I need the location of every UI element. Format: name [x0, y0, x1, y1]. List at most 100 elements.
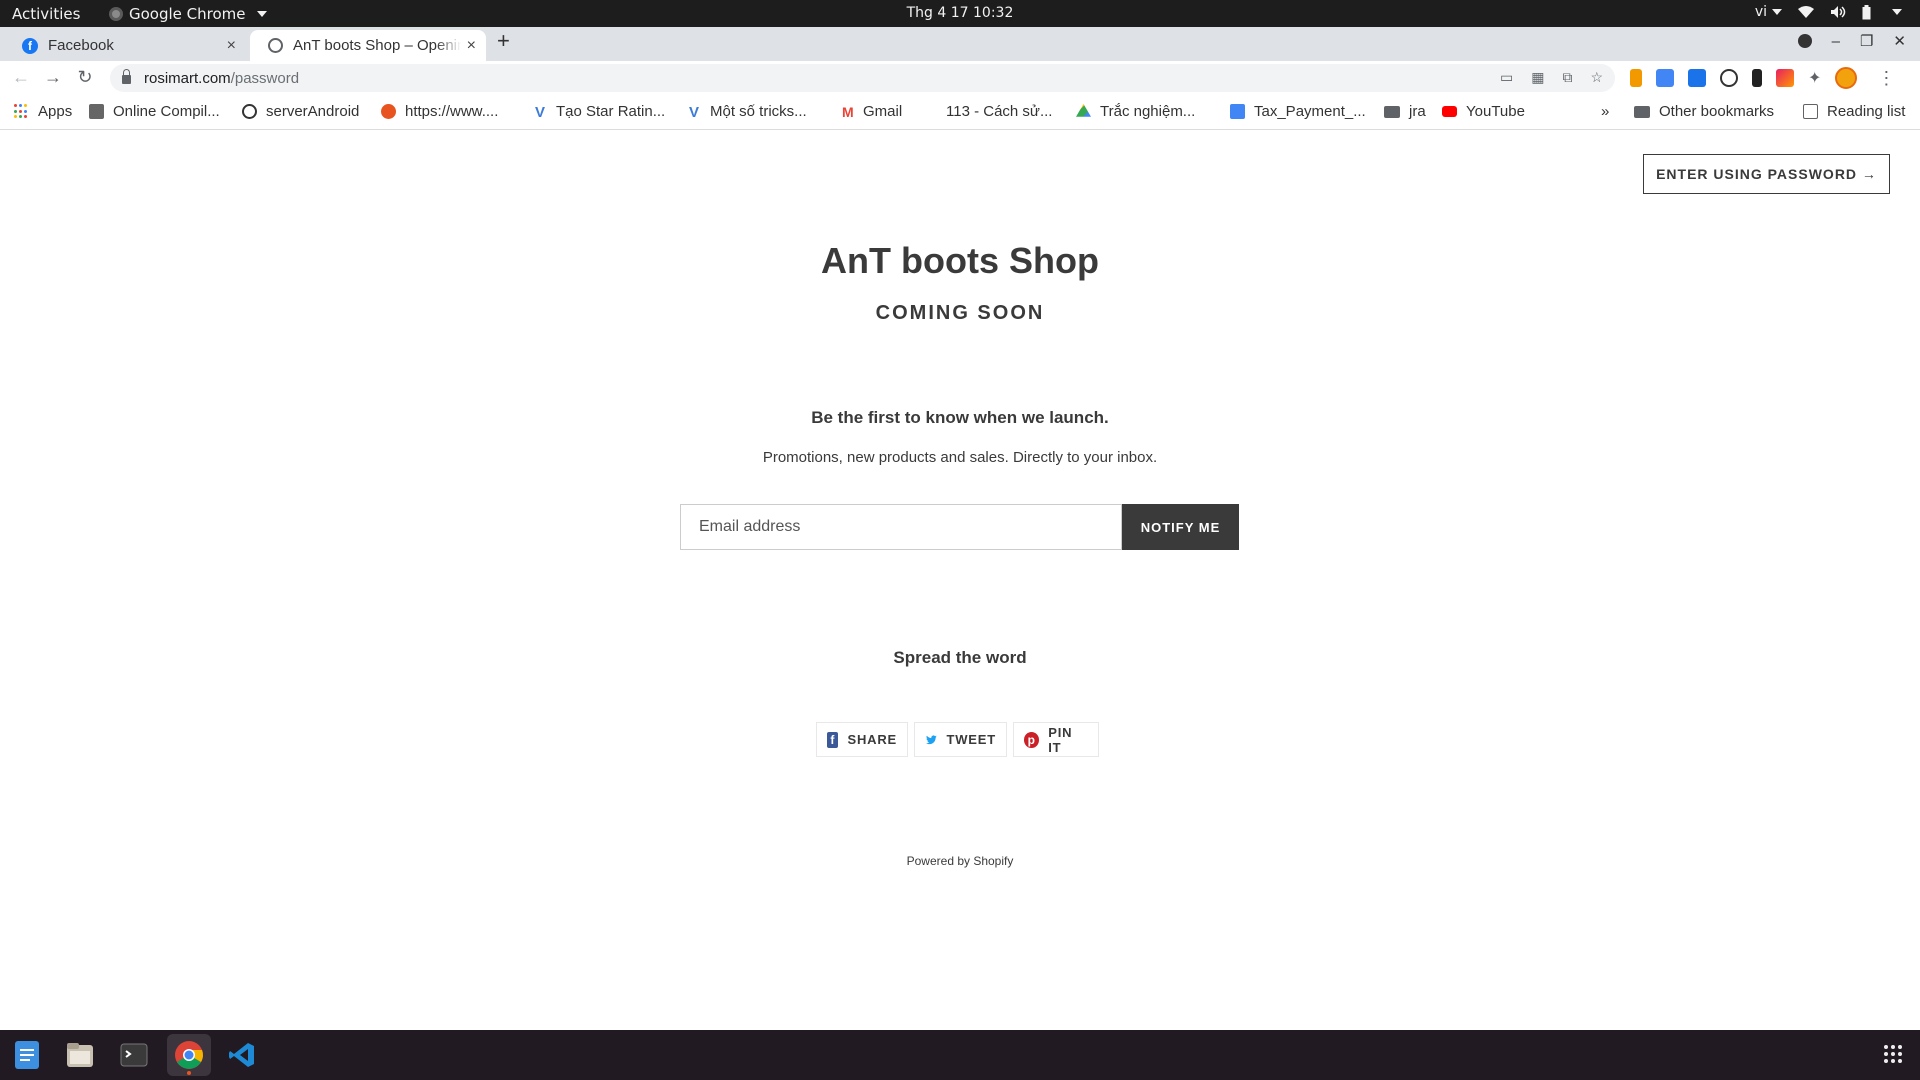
extension-clock-icon[interactable]: [1720, 69, 1738, 87]
chrome-launcher[interactable]: [167, 1034, 211, 1076]
bookmark-https-www[interactable]: https://www....: [381, 103, 498, 120]
notify-me-button[interactable]: NOTIFY ME: [1122, 504, 1239, 550]
os-top-bar: Activities Google Chrome Thg 4 17 10:32 …: [0, 0, 1920, 27]
bookmark-label: serverAndroid: [266, 103, 360, 120]
bookmark-label: YouTube: [1466, 103, 1525, 120]
bookmark-tax-payment[interactable]: Tax_Payment_...: [1230, 103, 1366, 120]
v-favicon-icon: V: [689, 104, 700, 121]
profile-avatar[interactable]: [1835, 67, 1858, 89]
twitter-icon: [926, 734, 937, 744]
tab-search-icon[interactable]: [1797, 34, 1812, 48]
bookmark-label: Tạo Star Ratin...: [556, 103, 666, 120]
qr-code-icon[interactable]: ▦: [1531, 69, 1544, 86]
bookmark-server-android[interactable]: serverAndroid: [242, 103, 359, 120]
extension-dark-icon[interactable]: [1752, 69, 1762, 87]
tab-shop[interactable]: AnT boots Shop – Opening Soon ×: [250, 30, 486, 61]
input-language-label: vi: [1754, 4, 1767, 20]
bookmark-jra[interactable]: jra: [1384, 103, 1426, 120]
bookmark-label: Online Compil...: [113, 103, 220, 120]
docs-icon: [1230, 104, 1245, 119]
bookmark-label: Một số tricks...: [710, 103, 807, 120]
more-bookmarks-icon: »: [1601, 103, 1610, 120]
app-menu[interactable]: Google Chrome: [109, 5, 267, 23]
gmail-icon: M: [842, 104, 854, 120]
bookmark-113[interactable]: 113 - Cách sử...: [946, 103, 1052, 120]
shop-title: AnT boots Shop: [821, 240, 1099, 281]
reading-list[interactable]: Reading list: [1803, 103, 1905, 120]
taskbar: [0, 1030, 1920, 1080]
chevron-down-icon: [1892, 9, 1902, 15]
apps-grid-icon: [14, 104, 29, 119]
volume-icon: [1831, 6, 1846, 18]
bookmark-label: Tax_Payment_...: [1254, 103, 1366, 120]
minimize-icon[interactable]: –: [1832, 33, 1840, 50]
address-bar[interactable]: rosimart.com/password ▭ ▦ ⧉ ☆: [110, 64, 1615, 92]
bookmark-apps[interactable]: Apps: [14, 103, 72, 120]
launch-heading: Be the first to know when we launch.: [811, 408, 1109, 427]
terminal-icon: [120, 1043, 148, 1067]
files-icon: [67, 1043, 93, 1067]
reading-list-icon: [1803, 104, 1818, 119]
reload-icon[interactable]: ↻: [74, 67, 96, 88]
forward-arrow-icon[interactable]: →: [42, 67, 64, 88]
compiler-icon: [89, 104, 104, 119]
files-launcher[interactable]: [63, 1038, 97, 1072]
activities-button[interactable]: Activities: [12, 5, 80, 23]
show-applications-icon[interactable]: [1884, 1045, 1902, 1063]
bookmark-label: jra: [1409, 103, 1426, 120]
close-window-icon[interactable]: ✕: [1893, 32, 1906, 50]
system-tray[interactable]: vi: [1755, 4, 1902, 20]
powered-by-shopify-link[interactable]: Powered by Shopify: [0, 854, 1920, 868]
bookmark-gmail[interactable]: M Gmail: [842, 103, 902, 120]
globe-favicon-icon: [268, 38, 283, 53]
browser-toolbar: ← → ↻ rosimart.com/password ▭ ▦ ⧉ ☆ ✦ ⋮: [0, 61, 1920, 96]
lock-icon[interactable]: [122, 69, 131, 84]
bookmark-online-compiler[interactable]: Online Compil...: [89, 103, 220, 120]
bookmark-star-rating[interactable]: V Tạo Star Ratin...: [535, 103, 666, 121]
back-arrow-icon[interactable]: ←: [10, 67, 32, 88]
puzzle-icon[interactable]: ✦: [1808, 68, 1821, 88]
tab-facebook[interactable]: f Facebook ×: [4, 30, 246, 61]
chevron-down-icon: [1772, 9, 1782, 15]
email-input[interactable]: [680, 504, 1122, 550]
close-icon[interactable]: ×: [467, 37, 476, 55]
extension-key-icon[interactable]: [1630, 69, 1642, 87]
translate-icon[interactable]: ⧉: [1562, 69, 1572, 86]
extension-color-icon[interactable]: [1776, 69, 1794, 87]
bookmark-trac-nghiem[interactable]: Trắc nghiệm...: [1076, 103, 1195, 120]
bookmark-youtube[interactable]: YouTube: [1442, 103, 1525, 120]
window-controls: – ❐ ✕: [1797, 32, 1906, 50]
facebook-icon: f: [827, 731, 839, 748]
bookmark-tricks[interactable]: V Một số tricks...: [689, 103, 807, 121]
bookmark-label: Other bookmarks: [1659, 103, 1775, 120]
terminal-launcher[interactable]: [117, 1038, 151, 1072]
v-favicon-icon: V: [535, 104, 546, 121]
other-bookmarks[interactable]: Other bookmarks: [1634, 103, 1774, 120]
more-bookmarks-button[interactable]: »: [1601, 103, 1609, 120]
wifi-icon: [1798, 5, 1814, 18]
input-language[interactable]: vi: [1755, 4, 1782, 20]
extension-translate-icon[interactable]: [1656, 69, 1674, 87]
vscode-launcher[interactable]: [225, 1038, 259, 1072]
youtube-icon: [1442, 106, 1457, 117]
enter-using-password-button[interactable]: ENTER USING PASSWORD →: [1643, 154, 1890, 194]
clock[interactable]: Thg 4 17 10:32: [907, 5, 1014, 21]
extension-sync-icon[interactable]: [1688, 69, 1706, 87]
bookmark-label: 113 - Cách sử...: [946, 103, 1053, 120]
facebook-favicon-icon: f: [22, 37, 38, 54]
bookmark-label: https://www....: [405, 103, 499, 120]
share-twitter-button[interactable]: TWEET: [914, 722, 1007, 757]
app-menu-label: Google Chrome: [129, 5, 246, 23]
cast-icon[interactable]: ▭: [1500, 69, 1513, 86]
restore-icon[interactable]: ❐: [1860, 32, 1873, 50]
launch-subtext: Promotions, new products and sales. Dire…: [762, 449, 1158, 466]
bookmark-star-icon[interactable]: ☆: [1590, 69, 1603, 86]
more-menu-icon[interactable]: ⋮: [1877, 68, 1895, 89]
text-editor-launcher[interactable]: [10, 1038, 44, 1072]
extensions-bar: ✦ ⋮: [1630, 67, 1895, 89]
share-pinterest-button[interactable]: p PIN IT: [1013, 722, 1099, 757]
tab-title: Facebook: [48, 37, 114, 54]
close-icon[interactable]: ×: [227, 37, 236, 55]
new-tab-button[interactable]: +: [497, 28, 510, 54]
share-facebook-button[interactable]: f SHARE: [816, 722, 908, 757]
